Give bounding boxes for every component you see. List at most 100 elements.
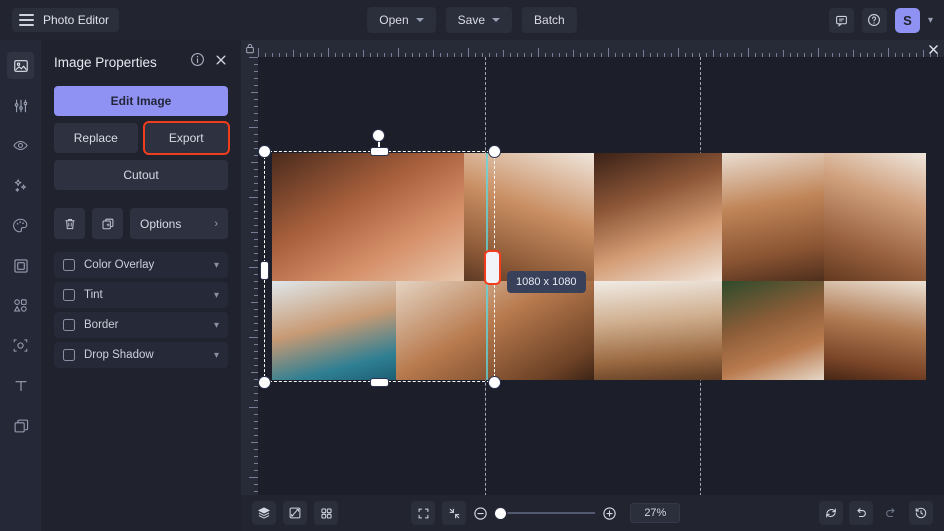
ruler-tick bbox=[482, 53, 483, 57]
ruler-tick bbox=[496, 53, 497, 57]
artboard[interactable] bbox=[272, 153, 926, 380]
save-button[interactable]: Save bbox=[446, 7, 512, 33]
replace-button[interactable]: Replace bbox=[54, 123, 138, 153]
selection-handle-top-right[interactable] bbox=[489, 146, 500, 157]
chevron-down-icon[interactable]: ▾ bbox=[214, 260, 219, 271]
selection-handle-top-left[interactable] bbox=[259, 146, 270, 157]
panel-header: Image Properties bbox=[54, 52, 228, 72]
ruler-tick bbox=[839, 53, 840, 57]
rail-item-frame[interactable] bbox=[7, 252, 34, 279]
batch-button[interactable]: Batch bbox=[522, 7, 577, 33]
close-icon[interactable] bbox=[925, 41, 941, 57]
open-button[interactable]: Open bbox=[367, 7, 435, 33]
history-icon[interactable] bbox=[909, 501, 933, 525]
vertical-ruler[interactable] bbox=[241, 57, 258, 495]
chevron-down-icon[interactable]: ▾ bbox=[214, 350, 219, 361]
redo-icon[interactable] bbox=[879, 501, 903, 525]
reset-icon[interactable] bbox=[819, 501, 843, 525]
ruler-tick bbox=[254, 414, 258, 415]
fullscreen-icon[interactable] bbox=[411, 501, 435, 525]
collage-photo bbox=[722, 153, 824, 281]
duplicate-icon[interactable] bbox=[92, 208, 123, 239]
checkbox-color-overlay[interactable] bbox=[63, 259, 75, 271]
chevron-down-icon[interactable]: ▾ bbox=[214, 320, 219, 331]
effect-row-color-overlay[interactable]: Color Overlay ▾ bbox=[54, 252, 228, 278]
rail-item-effects[interactable] bbox=[7, 172, 34, 199]
ruler-tick bbox=[251, 92, 258, 93]
ruler-tick bbox=[254, 491, 258, 492]
zoom-slider-knob[interactable] bbox=[495, 508, 506, 519]
selection-handle-top-center[interactable] bbox=[371, 148, 388, 155]
options-button[interactable]: Options › bbox=[130, 208, 228, 239]
ruler-tick bbox=[678, 48, 679, 57]
rail-item-visibility[interactable] bbox=[7, 132, 34, 159]
rail-item-shapes[interactable] bbox=[7, 292, 34, 319]
chevron-down-icon[interactable]: ▾ bbox=[214, 290, 219, 301]
ruler-tick bbox=[254, 365, 258, 366]
rotate-handle[interactable] bbox=[373, 130, 384, 141]
rail-item-layers[interactable] bbox=[7, 412, 34, 439]
ruler-tick bbox=[254, 204, 258, 205]
selection-handle-bottom-center[interactable] bbox=[371, 379, 388, 386]
ruler-tick bbox=[254, 316, 258, 317]
ruler-tick bbox=[286, 53, 287, 57]
ruler-tick bbox=[254, 85, 258, 86]
canvas-area[interactable]: 1080 x 1080 bbox=[241, 40, 944, 531]
checkbox-drop-shadow[interactable] bbox=[63, 349, 75, 361]
rail-item-palette[interactable] bbox=[7, 212, 34, 239]
ruler-tick bbox=[254, 400, 258, 401]
transform-icon[interactable] bbox=[283, 501, 307, 525]
ruler-tick bbox=[254, 428, 258, 429]
rail-item-transform[interactable] bbox=[7, 332, 34, 359]
ruler-tick bbox=[254, 169, 258, 170]
rail-item-image[interactable] bbox=[7, 52, 34, 79]
zoom-in-icon[interactable] bbox=[602, 506, 617, 521]
collage-photo bbox=[824, 153, 926, 281]
ruler-tick bbox=[370, 53, 371, 57]
layers-icon[interactable] bbox=[252, 501, 276, 525]
zoom-out-icon[interactable] bbox=[473, 506, 488, 521]
ruler-tick bbox=[254, 239, 258, 240]
close-icon[interactable] bbox=[214, 53, 228, 72]
undo-icon[interactable] bbox=[849, 501, 873, 525]
effect-row-border[interactable]: Border ▾ bbox=[54, 312, 228, 338]
rail-item-text[interactable] bbox=[7, 372, 34, 399]
checkbox-tint[interactable] bbox=[63, 289, 75, 301]
history-controls bbox=[813, 501, 933, 525]
zoom-level-input[interactable]: 27% bbox=[630, 503, 680, 523]
ruler-tick bbox=[254, 358, 258, 359]
zoom-slider-track bbox=[495, 512, 595, 514]
edit-image-button[interactable]: Edit Image bbox=[54, 86, 228, 116]
collage-photo bbox=[272, 153, 464, 281]
ruler-tick bbox=[254, 134, 258, 135]
fit-to-screen-icon[interactable] bbox=[442, 501, 466, 525]
cutout-button[interactable]: Cutout bbox=[54, 160, 228, 190]
ruler-tick bbox=[720, 53, 721, 57]
ruler-tick bbox=[461, 53, 462, 57]
ruler-tick bbox=[251, 162, 258, 163]
export-button-wrapper: Export bbox=[145, 123, 229, 153]
export-button[interactable]: Export bbox=[145, 123, 229, 153]
ruler-tick bbox=[349, 53, 350, 57]
active-resize-handle[interactable] bbox=[486, 252, 499, 283]
info-circle-icon[interactable] bbox=[190, 52, 205, 72]
ruler-tick bbox=[608, 48, 609, 57]
effect-row-tint[interactable]: Tint ▾ bbox=[54, 282, 228, 308]
ruler-tick bbox=[832, 53, 833, 57]
selection-handle-bottom-left[interactable] bbox=[259, 377, 270, 388]
selection-handle-middle-left[interactable] bbox=[261, 262, 268, 279]
zoom-slider[interactable] bbox=[495, 506, 595, 520]
lock-icon[interactable] bbox=[241, 40, 258, 57]
ruler-tick bbox=[254, 421, 258, 422]
rail-item-adjustments[interactable] bbox=[7, 92, 34, 119]
grid-icon[interactable] bbox=[314, 501, 338, 525]
ruler-tick bbox=[909, 53, 910, 57]
ruler-tick bbox=[713, 50, 714, 57]
ruler-tick bbox=[825, 53, 826, 57]
horizontal-ruler[interactable] bbox=[258, 40, 944, 57]
trash-icon[interactable] bbox=[54, 208, 85, 239]
selection-handle-bottom-right[interactable] bbox=[489, 377, 500, 388]
checkbox-border[interactable] bbox=[63, 319, 75, 331]
effect-row-drop-shadow[interactable]: Drop Shadow ▾ bbox=[54, 342, 228, 368]
top-bar: Photo Editor Open Save Batch bbox=[0, 0, 944, 40]
